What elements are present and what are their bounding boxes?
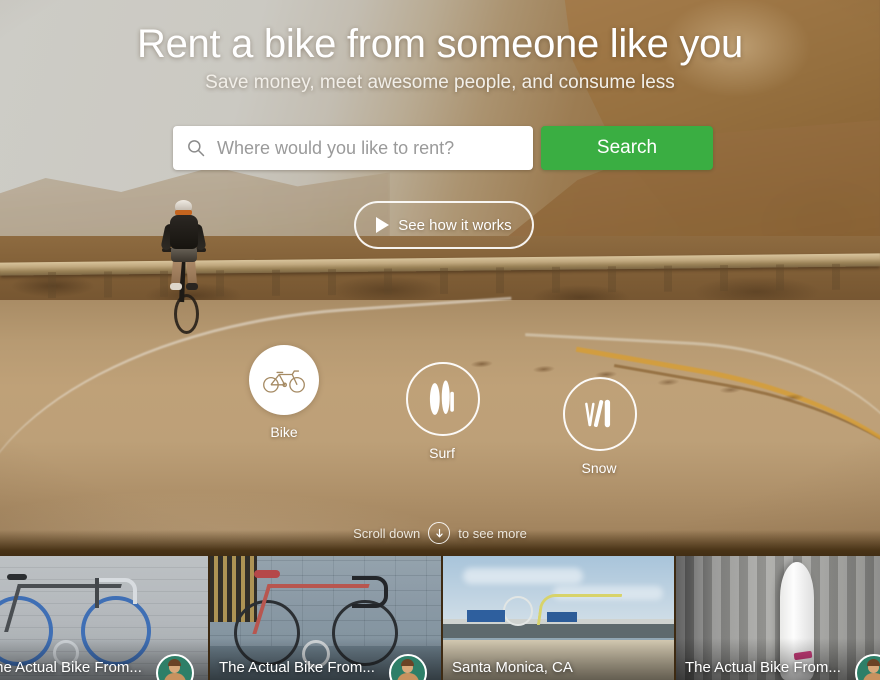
scroll-hint-suffix: to see more bbox=[458, 525, 527, 541]
search-box[interactable] bbox=[173, 126, 533, 170]
listing-card[interactable]: The Actual Bike From... bbox=[676, 556, 880, 680]
see-how-it-works-label: See how it works bbox=[398, 216, 512, 234]
search-icon bbox=[188, 140, 205, 157]
search-button[interactable]: Search bbox=[541, 126, 713, 170]
listing-image-building bbox=[467, 610, 505, 622]
page-title: Rent a bike from someone like you bbox=[137, 22, 743, 66]
avatar-body bbox=[863, 673, 880, 680]
listing-image-saddle bbox=[7, 574, 27, 580]
category-snow-circle bbox=[563, 377, 637, 451]
listing-card[interactable]: Santa Monica, CA bbox=[443, 556, 674, 680]
listing-card[interactable]: The Actual Bike From... bbox=[210, 556, 441, 680]
listing-image-handlebar bbox=[352, 576, 388, 608]
page-subtitle: Save money, meet awesome people, and con… bbox=[205, 72, 675, 93]
listing-caption: Santa Monica, CA bbox=[452, 659, 573, 676]
category-snow[interactable]: Snow bbox=[563, 377, 637, 476]
avatar-body bbox=[397, 673, 419, 680]
listing-caption: The Actual Bike From... bbox=[0, 659, 142, 676]
avatar-hair bbox=[867, 659, 880, 666]
avatar-hair bbox=[401, 659, 414, 666]
listing-image-handlebar bbox=[99, 578, 137, 604]
category-snow-label: Snow bbox=[581, 460, 617, 476]
hero-content: Rent a bike from someone like you Save m… bbox=[0, 0, 880, 556]
listing-image-building bbox=[547, 612, 577, 622]
arrow-down-circle-icon bbox=[428, 522, 451, 544]
listing-image-cloud bbox=[463, 568, 583, 584]
listing-image-ferris-wheel bbox=[503, 596, 533, 626]
search-input[interactable] bbox=[215, 136, 519, 160]
scroll-hint[interactable]: Scroll down to see more bbox=[0, 522, 880, 544]
listing-gallery: The Actual Bike From... The Actual Bike … bbox=[0, 556, 880, 680]
bicycle-icon bbox=[263, 370, 305, 393]
scroll-hint-prefix: Scroll down bbox=[353, 525, 421, 541]
category-bike-circle bbox=[249, 345, 319, 415]
category-surf-label: Surf bbox=[429, 445, 455, 461]
category-surf-circle bbox=[406, 362, 480, 436]
search-row: Search bbox=[173, 126, 713, 170]
see-how-it-works-button[interactable]: See how it works bbox=[354, 201, 534, 249]
hero-section: Rent a bike from someone like you Save m… bbox=[0, 0, 880, 556]
play-icon bbox=[376, 217, 390, 233]
category-bike[interactable]: Bike bbox=[248, 345, 320, 440]
category-selector: Bike Surf Snow bbox=[0, 345, 880, 476]
ski-icon bbox=[585, 399, 611, 428]
surfboard-icon bbox=[429, 380, 454, 415]
category-bike-label: Bike bbox=[270, 424, 298, 440]
listing-image-saddle bbox=[254, 570, 280, 578]
listing-caption: The Actual Bike From... bbox=[219, 659, 375, 676]
avatar-hair bbox=[168, 659, 181, 666]
category-surf[interactable]: Surf bbox=[406, 362, 480, 461]
listing-card[interactable]: The Actual Bike From... bbox=[0, 556, 208, 680]
avatar-body bbox=[164, 673, 186, 680]
landing-page: Rent a bike from someone like you Save m… bbox=[0, 0, 880, 680]
listing-caption: The Actual Bike From... bbox=[685, 659, 841, 676]
